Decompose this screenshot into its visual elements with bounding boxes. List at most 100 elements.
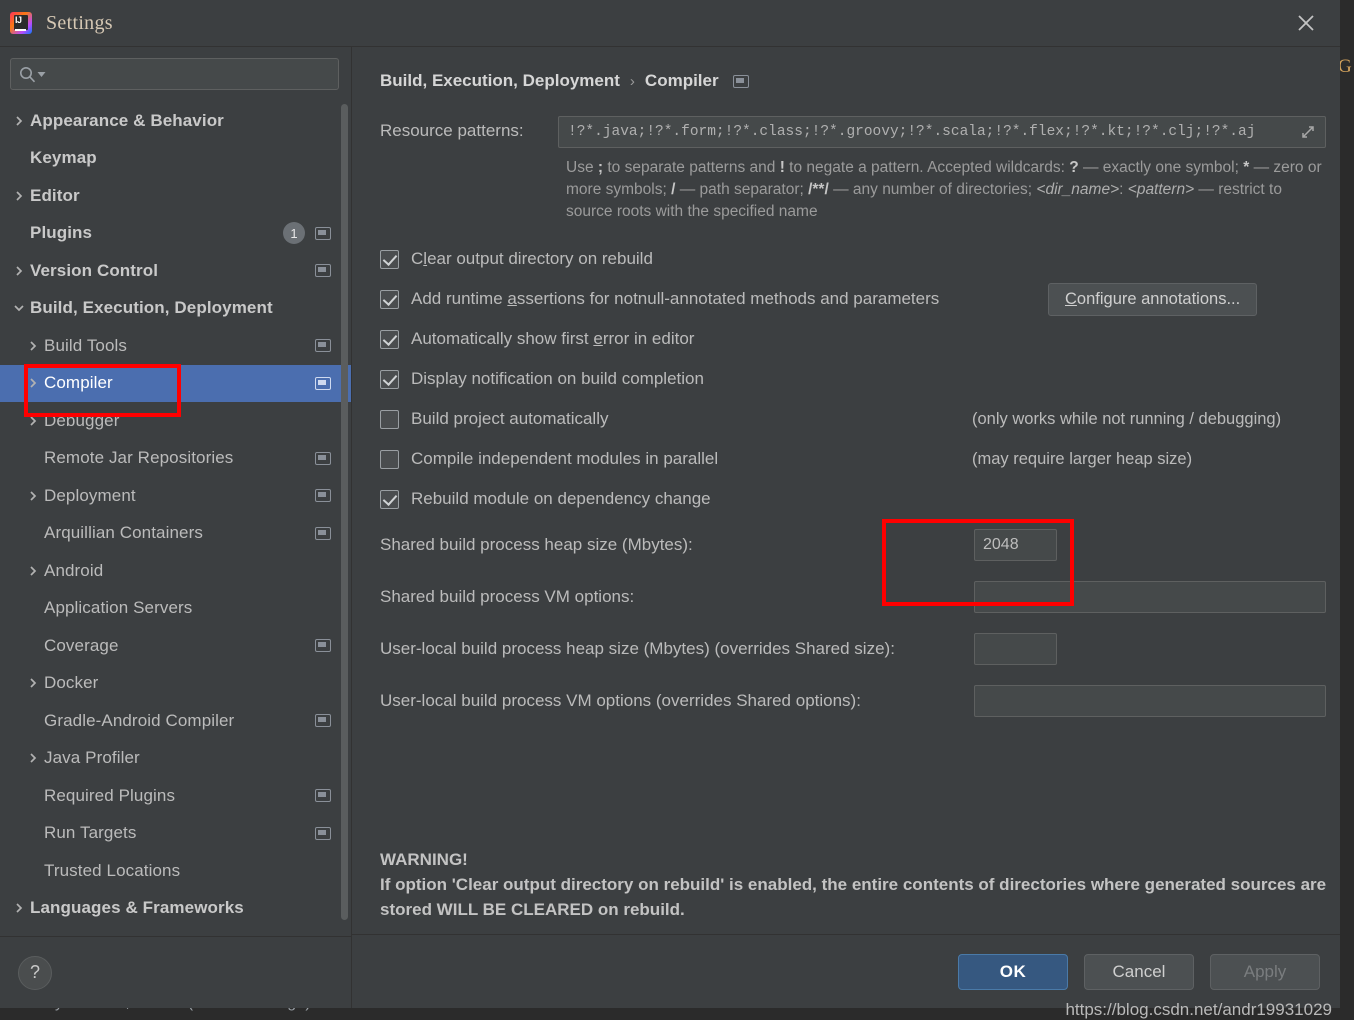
expand-icon[interactable] (1295, 118, 1321, 146)
close-icon[interactable] (1290, 7, 1322, 39)
checkbox-build-project-automatically[interactable] (380, 409, 399, 429)
search-input[interactable] (52, 66, 330, 82)
sidebar-item-java-profiler[interactable]: Java Profiler (0, 740, 351, 778)
chevron-right-icon[interactable] (22, 752, 44, 764)
sidebar-item-remote-jar-repositories[interactable]: Remote Jar Repositories (0, 440, 351, 478)
project-level-settings-icon (315, 376, 331, 390)
sidebar-item-keymap[interactable]: Keymap (0, 140, 351, 178)
dialog-titlebar: IJ Settings (0, 0, 1340, 46)
sidebar-scrollbar[interactable] (341, 104, 348, 920)
sidebar-item-coverage[interactable]: Coverage (0, 627, 351, 665)
checkbox-row-rebuild-module-on-dependency-change: Rebuild module on dependency change (380, 479, 1326, 519)
logo-letters: IJ (15, 15, 22, 25)
hint-seg-e: to negate a pattern. Accepted wildcards: (784, 159, 1070, 176)
checkbox-row-add-runtime-assertions-for-notnull-annotat: Add runtime assertions for notnull-annot… (380, 279, 1326, 319)
sidebar-item-label: Coverage (44, 635, 119, 655)
label-part-post: ssertions for notnull-annotated methods … (516, 289, 940, 308)
sidebar-item-build-tools[interactable]: Build Tools (0, 327, 351, 365)
warning-body: If option 'Clear output directory on reb… (380, 875, 1327, 919)
help-button[interactable]: ? (18, 955, 52, 990)
sidebar-item-deployment[interactable]: Deployment (0, 477, 351, 515)
compiler-options-list: Clear output directory on rebuild Add run… (380, 239, 1326, 519)
sidebar-item-appearance-behavior[interactable]: Appearance & Behavior (0, 102, 351, 140)
search-box[interactable] (10, 58, 339, 90)
checkbox-label[interactable]: Build project automatically (411, 409, 608, 429)
hint-seg-k: — path separator; (675, 181, 809, 198)
checkbox-clear-output-directory-on-rebuild[interactable] (380, 249, 399, 269)
sidebar-item-plugins[interactable]: Plugins 1 (0, 215, 351, 253)
chevron-right-icon[interactable] (8, 265, 30, 277)
sidebar-item-label: Run Targets (44, 823, 137, 843)
label-part-pre: Automatically show first (411, 329, 594, 348)
checkbox-add-runtime-assertions-for-notnull-annotat[interactable] (380, 289, 399, 309)
checkbox-label[interactable]: Clear output directory on rebuild (411, 249, 653, 269)
project-level-settings-icon (315, 714, 331, 728)
input-user-local-build-process-vm-options-overrides-[interactable] (974, 685, 1326, 717)
input-shared-build-process-vm-options[interactable] (974, 581, 1326, 613)
sidebar-item-trusted-locations[interactable]: Trusted Locations (0, 852, 351, 890)
warning-title: WARNING! (380, 850, 468, 869)
checkbox-automatically-show-first-error-in-editor[interactable] (380, 329, 399, 349)
chevron-right-icon[interactable] (22, 340, 44, 352)
label-part-pre: Display notification on build completion (411, 369, 704, 388)
sidebar-item-required-plugins[interactable]: Required Plugins (0, 777, 351, 815)
label-mnemonic: e (593, 329, 603, 348)
label-part-post: rror in editor (602, 329, 695, 348)
apply-button: Apply (1210, 953, 1320, 990)
resource-patterns-field[interactable] (558, 116, 1326, 148)
checkbox-compile-independent-modules-in-parallel[interactable] (380, 449, 399, 469)
checkbox-label[interactable]: Automatically show first error in editor (411, 329, 694, 349)
input-shared-build-process-heap-size-mbytes[interactable] (974, 529, 1057, 561)
chevron-right-icon[interactable] (22, 415, 44, 427)
breadcrumb-item-1[interactable]: Compiler (645, 71, 719, 91)
field-row-shared-build-process-heap-size-mbytes: Shared build process heap size (Mbytes): (380, 519, 1326, 571)
cancel-button[interactable]: Cancel (1084, 953, 1194, 990)
project-level-settings-icon (315, 826, 331, 840)
hint-seg-o: : (1119, 181, 1128, 198)
sidebar-item-version-control[interactable]: Version Control (0, 252, 351, 290)
chevron-right-icon[interactable] (22, 677, 44, 689)
sidebar-item-editor[interactable]: Editor (0, 177, 351, 215)
sidebar-item-label: Keymap (30, 148, 97, 168)
chevron-right-icon[interactable] (22, 377, 44, 389)
checkbox-rebuild-module-on-dependency-change[interactable] (380, 489, 399, 509)
checkbox-label[interactable]: Compile independent modules in parallel (411, 449, 718, 469)
chevron-down-icon[interactable] (8, 302, 30, 314)
chevron-right-icon[interactable] (8, 190, 30, 202)
checkbox-label[interactable]: Display notification on build completion (411, 369, 704, 389)
chevron-right-icon[interactable] (8, 115, 30, 127)
chevron-right-icon[interactable] (8, 902, 30, 914)
checkbox-display-notification-on-build-completion[interactable] (380, 369, 399, 389)
breadcrumb-item-0[interactable]: Build, Execution, Deployment (380, 71, 620, 91)
search-icon (19, 66, 46, 83)
sidebar-item-label: Appearance & Behavior (30, 110, 224, 130)
sidebar-item-build-execution-deployment[interactable]: Build, Execution, Deployment (0, 290, 351, 328)
sidebar-item-application-servers[interactable]: Application Servers (0, 590, 351, 628)
dialog-body: Appearance & Behavior Keymap Editor Plugins… (0, 46, 1340, 1019)
configure-annotations-button[interactable]: Configure annotations... (1048, 283, 1258, 316)
project-level-settings-icon (315, 264, 331, 278)
background-browser-glyph: G (1338, 56, 1352, 77)
chevron-right-icon[interactable] (22, 490, 44, 502)
input-user-local-build-process-heap-size-mbytes-over[interactable] (974, 633, 1057, 665)
checkbox-label[interactable]: Add runtime assertions for notnull-annot… (411, 289, 939, 309)
sidebar-item-debugger[interactable]: Debugger (0, 402, 351, 440)
plugin-update-badge: 1 (283, 222, 305, 245)
resource-patterns-input[interactable] (568, 124, 1295, 140)
project-level-settings-icon (315, 489, 331, 503)
sidebar-item-compiler[interactable]: Compiler (0, 364, 351, 402)
sidebar-item-gradle-android-compiler[interactable]: Gradle-Android Compiler (0, 702, 351, 740)
sidebar-item-languages-frameworks[interactable]: Languages & Frameworks (0, 890, 351, 928)
sidebar-item-label: Docker (44, 673, 99, 693)
field-label: User-local build process heap size (Mbyt… (380, 639, 895, 658)
sidebar-item-docker[interactable]: Docker (0, 665, 351, 703)
resource-patterns-row: Resource patterns: (380, 116, 1326, 148)
sidebar-item-android[interactable]: Android (0, 552, 351, 590)
checkbox-row-compile-independent-modules-in-parallel: Compile independent modules in parallel (… (380, 439, 1326, 479)
sidebar-item-run-targets[interactable]: Run Targets (0, 815, 351, 853)
ok-button[interactable]: OK (958, 953, 1068, 990)
checkbox-label[interactable]: Rebuild module on dependency change (411, 489, 711, 509)
chevron-right-icon[interactable] (22, 565, 44, 577)
sidebar-item-arquillian-containers[interactable]: Arquillian Containers (0, 515, 351, 553)
checkbox-row-build-project-automatically: Build project automatically (only works w… (380, 399, 1326, 439)
